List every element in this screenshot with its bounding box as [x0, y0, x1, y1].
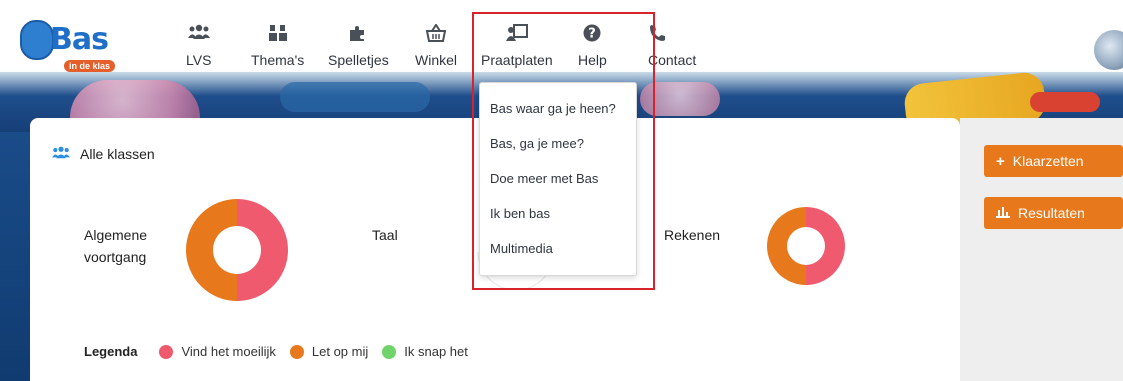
puzzle-icon: [328, 24, 389, 46]
nav-label: Thema's: [251, 52, 305, 68]
plus-icon: +: [996, 152, 1005, 170]
mascot-icon: [20, 20, 54, 60]
nav-label: Winkel: [415, 52, 458, 68]
metric-label-line: Taal: [372, 227, 398, 243]
logo-tagline: in de klas: [64, 60, 116, 72]
chart-icon: [996, 205, 1010, 222]
phone-icon: [648, 24, 696, 46]
bas-logo[interactable]: Bas in de klas: [20, 14, 116, 76]
legend: Legenda Vind het moeilijk Let op mij Ik …: [84, 344, 482, 359]
donut-chart-rekenen: [767, 207, 845, 285]
donut-chart-algemene: [186, 199, 288, 301]
highlight-box: [472, 12, 655, 290]
group-title-label: Alle klassen: [80, 146, 155, 162]
legend-label: Vind het moeilijk: [181, 344, 276, 359]
nav-label: LVS: [186, 52, 212, 68]
group-title: Alle klassen: [52, 146, 155, 162]
klaarzetten-label: Klaarzetten: [1012, 153, 1084, 169]
legend-item: Let op mij: [289, 344, 369, 359]
nav-item-lvs[interactable]: LVS: [186, 24, 211, 68]
basket-icon: [415, 23, 457, 46]
legend-label: Let op mij: [311, 344, 369, 359]
banner-decoration: [1030, 92, 1100, 112]
logo-word: Bas: [50, 22, 109, 57]
nav-item-spelletjes[interactable]: Spelletjes: [328, 24, 389, 68]
nav-item-themas[interactable]: Thema's: [251, 24, 304, 68]
legend-title: Legenda: [84, 344, 138, 359]
nav-label: Spelletjes: [328, 52, 389, 68]
nav-label: Contact: [648, 52, 697, 68]
nav-item-winkel[interactable]: Winkel: [415, 23, 458, 68]
legend-dot-red: [159, 344, 174, 359]
donut-segment-red: [237, 199, 288, 301]
resultaten-button[interactable]: Resultaten: [984, 197, 1123, 229]
legend-item: Vind het moeilijk: [159, 344, 276, 359]
background-strip: [0, 132, 30, 381]
legend-item: Ik snap het: [382, 344, 468, 359]
metric-label-line: voortgang: [84, 249, 147, 265]
legend-dot-orange: [289, 344, 304, 359]
donut-segment-red: [806, 207, 845, 285]
metric-label-algemene: Algemene voortgang: [84, 224, 147, 268]
users-icon: [52, 146, 70, 162]
klaarzetten-button[interactable]: + Klaarzetten: [984, 145, 1123, 177]
nav-item-contact[interactable]: Contact: [648, 24, 696, 68]
blocks-icon: [251, 24, 304, 46]
legend-label: Ik snap het: [404, 344, 468, 359]
donut-segment-orange: [767, 207, 806, 285]
users-icon: [186, 24, 211, 46]
banner-decoration: [280, 82, 430, 112]
metric-label-line: Algemene: [84, 227, 148, 243]
metric-label-rekenen: Rekenen: [664, 224, 720, 246]
resultaten-label: Resultaten: [1018, 205, 1085, 221]
metric-label-line: Rekenen: [664, 227, 721, 243]
legend-dot-green: [382, 344, 397, 359]
metric-label-taal: Taal: [372, 224, 398, 246]
donut-segment-orange: [186, 199, 237, 301]
